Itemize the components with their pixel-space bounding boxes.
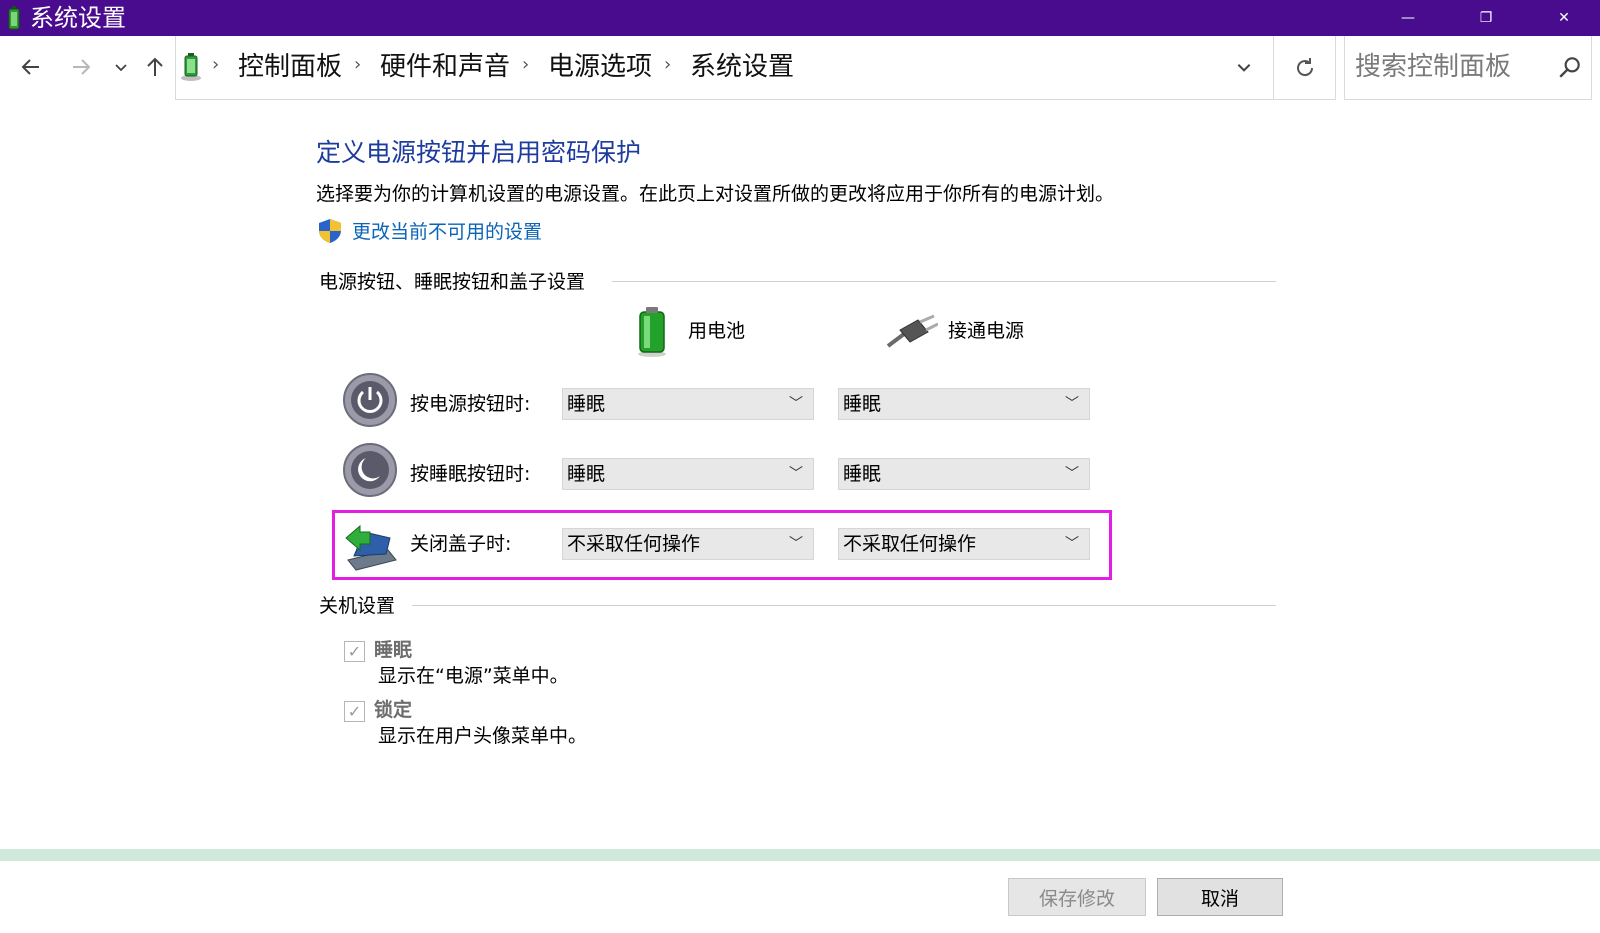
cancel-button[interactable]: 取消 [1157,878,1283,916]
restore-icon: ❐ [1479,10,1493,26]
group-divider [412,605,1276,606]
chevron-down-icon: ﹀ [789,466,803,482]
refresh-icon [1296,57,1313,76]
page-title: 定义电源按钮并启用密码保护 [316,138,642,167]
checkmark-icon: ✓ [347,702,362,721]
plug-icon [886,314,938,348]
minimize-icon: — [1401,10,1415,26]
title-bar: 系统设置 — ❐ ✕ [0,0,1600,36]
arrow-up-icon [147,57,163,76]
lock-checkbox-label: 锁定 [374,699,413,721]
laptop-lid-icon [345,524,397,571]
footer-divider [0,849,1600,861]
minimize-button[interactable]: — [1376,0,1440,36]
recent-locations-button[interactable] [104,50,138,84]
breadcrumb-system-settings[interactable]: 系统设置 [690,50,794,84]
sleep-checkbox[interactable]: ✓ [344,641,365,662]
breadcrumb-separator: › [522,54,530,75]
breadcrumb-separator: › [354,54,362,75]
sleep-button-label: 按睡眠按钮时: [410,463,531,485]
group-divider [612,281,1276,282]
back-button[interactable] [14,50,48,84]
arrow-left-icon [21,59,39,75]
power-button-icon [343,373,397,427]
page-description: 选择要为你的计算机设置的电源设置。在此页上对设置所做的更改将应用于你所有的电源计… [316,183,1115,205]
chevron-down-icon: ﹀ [1065,536,1079,552]
lid-close-label: 关闭盖子时: [410,533,512,555]
window-title: 系统设置 [30,4,126,32]
power-options-app-icon [8,6,20,30]
lid-close-plugged-select[interactable]: 不采取任何操作 ﹀ [838,528,1090,560]
checkmark-icon: ✓ [347,642,362,661]
sleep-button-plugged-select[interactable]: 睡眠 ﹀ [838,458,1090,490]
change-unavailable-settings-link[interactable]: 更改当前不可用的设置 [352,218,542,246]
breadcrumb-power-options[interactable]: 电源选项 [548,50,652,84]
power-button-plugged-select[interactable]: 睡眠 ﹀ [838,388,1090,420]
select-value: 睡眠 [567,393,606,415]
power-button-battery-select[interactable]: 睡眠 ﹀ [562,388,814,420]
chevron-down-icon: ﹀ [789,396,803,412]
address-bar[interactable]: › 控制面板 › 硬件和声音 › 电源选项 › 系统设置 [175,36,1274,100]
navigation-bar: › 控制面板 › 硬件和声音 › 电源选项 › 系统设置 [0,36,1600,100]
chevron-down-icon: ﹀ [1065,466,1079,482]
arrow-right-icon [73,59,91,75]
address-history-chevron-icon[interactable] [1235,58,1253,76]
breadcrumb-separator: › [212,54,220,75]
battery-icon [638,307,666,357]
lid-close-battery-select[interactable]: 不采取任何操作 ﹀ [562,528,814,560]
refresh-button[interactable] [1274,36,1336,100]
breadcrumb-separator: › [664,54,672,75]
column-header-plugged-in: 接通电源 [948,320,1025,342]
sleep-checkbox-description: 显示在“电源”菜单中。 [378,665,569,687]
uac-shield-icon [319,219,341,243]
restore-button[interactable]: ❐ [1454,0,1518,36]
search-box[interactable] [1344,36,1592,100]
select-value: 睡眠 [843,463,882,485]
up-button[interactable] [138,50,172,84]
chevron-down-icon: ﹀ [789,536,803,552]
breadcrumb-control-panel[interactable]: 控制面板 [238,50,342,84]
forward-button[interactable] [64,50,98,84]
power-options-icon [181,53,201,81]
select-value: 睡眠 [567,463,606,485]
select-value: 不采取任何操作 [843,533,977,555]
shutdown-group-title: 关机设置 [319,592,396,620]
chevron-down-icon: ﹀ [1065,396,1079,412]
select-value: 不采取任何操作 [567,533,701,555]
lock-checkbox[interactable]: ✓ [344,701,365,722]
lock-checkbox-description: 显示在用户头像菜单中。 [378,725,588,747]
sleep-button-battery-select[interactable]: 睡眠 ﹀ [562,458,814,490]
sleep-button-icon [343,443,397,497]
power-buttons-group-title: 电源按钮、睡眠按钮和盖子设置 [319,268,586,296]
save-changes-button[interactable]: 保存修改 [1008,878,1146,916]
close-icon: ✕ [1558,10,1570,26]
select-value: 睡眠 [843,393,882,415]
search-icon[interactable] [1557,54,1583,80]
search-input[interactable] [1355,48,1545,86]
chevron-down-icon [115,64,127,72]
column-header-battery: 用电池 [688,320,746,342]
sleep-checkbox-label: 睡眠 [374,639,413,661]
close-button[interactable]: ✕ [1532,0,1596,36]
breadcrumb-hardware-sound[interactable]: 硬件和声音 [380,50,510,84]
power-button-label: 按电源按钮时: [410,393,531,415]
